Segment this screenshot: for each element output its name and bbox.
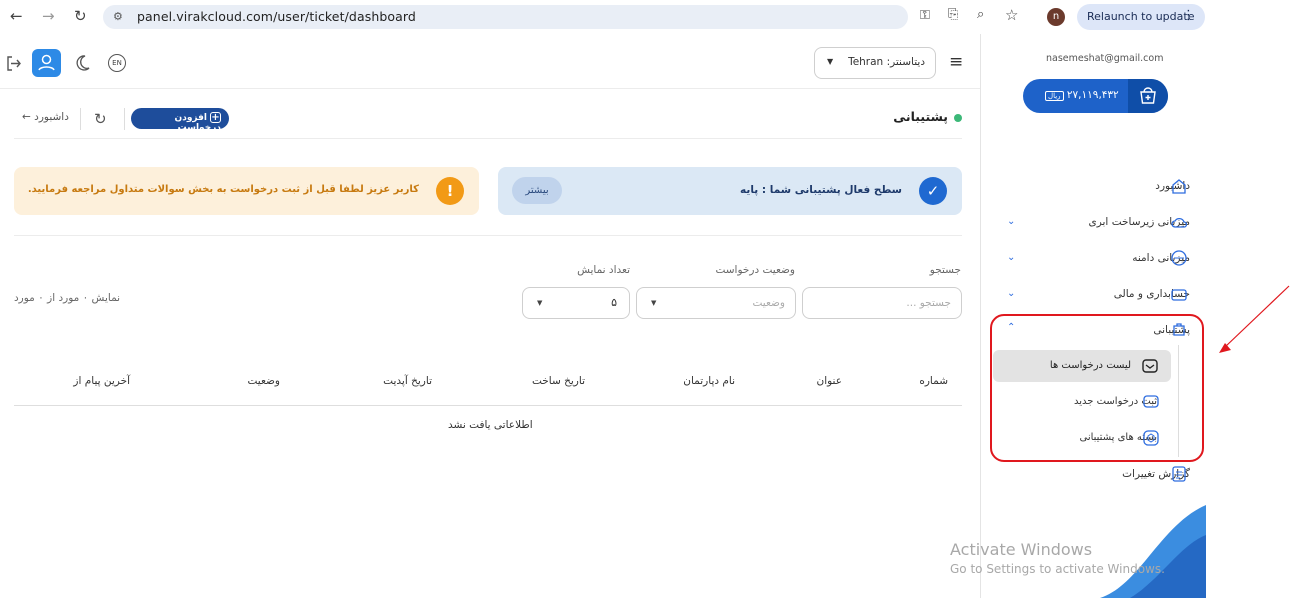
col-number: شماره bbox=[919, 375, 948, 387]
chevron-down-icon[interactable]: ⌄ bbox=[1007, 288, 1015, 299]
support-level-card: ✓ سطح فعال پشتیبانی شما : پایه بیشتر bbox=[498, 167, 962, 215]
profile-avatar[interactable]: n bbox=[1047, 8, 1065, 26]
zoom-icon[interactable]: ⌕ bbox=[977, 7, 984, 22]
password-key-icon[interactable]: ⚿ bbox=[920, 8, 930, 23]
col-status: وضعیت bbox=[247, 375, 280, 387]
bookmark-star-icon[interactable]: ☆ bbox=[1005, 6, 1018, 24]
watermark-subtitle: Go to Settings to activate Windows. bbox=[950, 562, 1165, 576]
forward-arrow-icon[interactable]: → bbox=[42, 7, 55, 25]
user-icon bbox=[38, 54, 55, 71]
domain-icon bbox=[1171, 250, 1187, 266]
relaunch-button[interactable]: Relaunch to update ⋮ bbox=[1077, 4, 1205, 30]
col-created: تاریخ ساخت bbox=[531, 375, 585, 387]
support-level-text: سطح فعال پشتیبانی شما : پایه bbox=[740, 184, 902, 196]
showing-count: نمایش ۰ مورد از ۰ مورد bbox=[14, 292, 121, 304]
count-label: تعداد نمایش bbox=[577, 264, 630, 276]
chevron-down-icon[interactable]: ⌄ bbox=[1007, 252, 1015, 263]
user-email: nasemeshat@gmail.com bbox=[1046, 53, 1164, 64]
divider bbox=[14, 235, 962, 236]
site-settings-icon[interactable]: ⚙ bbox=[113, 10, 123, 23]
dark-mode-moon-icon[interactable] bbox=[73, 54, 91, 72]
count-select[interactable]: ۵ ▼ bbox=[522, 287, 630, 319]
warning-icon: ! bbox=[436, 177, 464, 205]
chevron-down-icon: ▼ bbox=[827, 57, 834, 66]
hamburger-menu-icon[interactable]: ≡ bbox=[949, 52, 963, 72]
col-updated: تاریخ آپدیت bbox=[383, 375, 432, 387]
home-icon bbox=[1172, 179, 1186, 194]
changelog-icon bbox=[1172, 466, 1186, 482]
chevron-down-icon[interactable]: ⌄ bbox=[1007, 216, 1015, 227]
more-button[interactable]: بیشتر bbox=[512, 177, 562, 204]
count-value: ۵ bbox=[611, 296, 617, 309]
wallet-add-button[interactable] bbox=[1128, 79, 1168, 113]
decorative-wave bbox=[1100, 505, 1206, 598]
back-arrow-icon[interactable]: ← bbox=[10, 7, 23, 25]
back-label: داشبورد bbox=[34, 111, 69, 123]
chevron-down-icon: ▼ bbox=[537, 299, 543, 307]
highlight-box bbox=[990, 314, 1204, 462]
balance-amount: ۲۷,۱۱۹,۴۳۲ ریال bbox=[1045, 89, 1119, 101]
install-app-icon[interactable]: ⎘ bbox=[948, 7, 958, 22]
back-to-dashboard-link[interactable]: داشبورد ← bbox=[22, 111, 69, 123]
divider bbox=[124, 108, 125, 130]
wallet-icon bbox=[1171, 289, 1187, 301]
faq-warning-card: ! کاربر عزیز لطفا قبل از ثبت درخواست به … bbox=[14, 167, 479, 215]
watermark-title: Activate Windows bbox=[950, 540, 1093, 559]
check-circle-icon: ✓ bbox=[919, 177, 947, 205]
divider bbox=[14, 138, 962, 139]
arrow-left-icon: ← bbox=[22, 111, 31, 123]
col-title: عنوان bbox=[816, 375, 843, 387]
search-input[interactable]: جستجو ... bbox=[802, 287, 962, 319]
col-last-message: آخرین پیام از bbox=[73, 375, 130, 387]
divider bbox=[80, 108, 81, 130]
user-button[interactable] bbox=[32, 49, 61, 77]
logout-icon[interactable] bbox=[5, 55, 22, 72]
table-divider bbox=[14, 405, 962, 406]
status-placeholder: وضعیت bbox=[752, 297, 785, 309]
plus-icon: + bbox=[210, 112, 221, 123]
warning-text: کاربر عزیز لطفا قبل از ثبت درخواست به بخ… bbox=[27, 184, 419, 195]
col-department: نام دپارتمان bbox=[683, 375, 735, 387]
chevron-down-icon: ▼ bbox=[651, 299, 657, 307]
page-title: پشتیبانی bbox=[893, 109, 948, 124]
datacenter-value: Tehran bbox=[848, 56, 884, 68]
datacenter-select[interactable]: دیتاسنتر: Tehran ▼ bbox=[814, 47, 936, 79]
kebab-menu-icon[interactable]: ⋮ bbox=[1182, 8, 1195, 23]
balance-button[interactable]: ۲۷,۱۱۹,۴۳۲ ریال bbox=[1023, 79, 1168, 113]
bag-plus-icon bbox=[1140, 87, 1156, 104]
datacenter-label: دیتاسنتر: bbox=[886, 56, 925, 68]
status-select[interactable]: وضعیت ▼ bbox=[636, 287, 796, 319]
search-label: جستجو bbox=[929, 264, 961, 276]
add-request-button[interactable]: +افزودن درخواست bbox=[131, 108, 229, 133]
cloud-icon bbox=[1171, 217, 1188, 228]
relaunch-label: Relaunch to update bbox=[1087, 10, 1195, 23]
language-toggle[interactable]: EN bbox=[108, 54, 126, 72]
search-placeholder: جستجو ... bbox=[906, 297, 951, 309]
annotation-arrow bbox=[1219, 285, 1290, 353]
refresh-icon[interactable]: ↻ bbox=[94, 110, 107, 128]
reload-icon[interactable]: ↻ bbox=[74, 7, 87, 25]
status-dot bbox=[954, 114, 962, 122]
status-label: وضعیت درخواست bbox=[715, 264, 795, 276]
empty-message: اطلاعاتی یافت نشد bbox=[448, 419, 533, 431]
divider bbox=[0, 88, 980, 89]
url-text: panel.virakcloud.com/user/ticket/dashboa… bbox=[137, 9, 416, 24]
